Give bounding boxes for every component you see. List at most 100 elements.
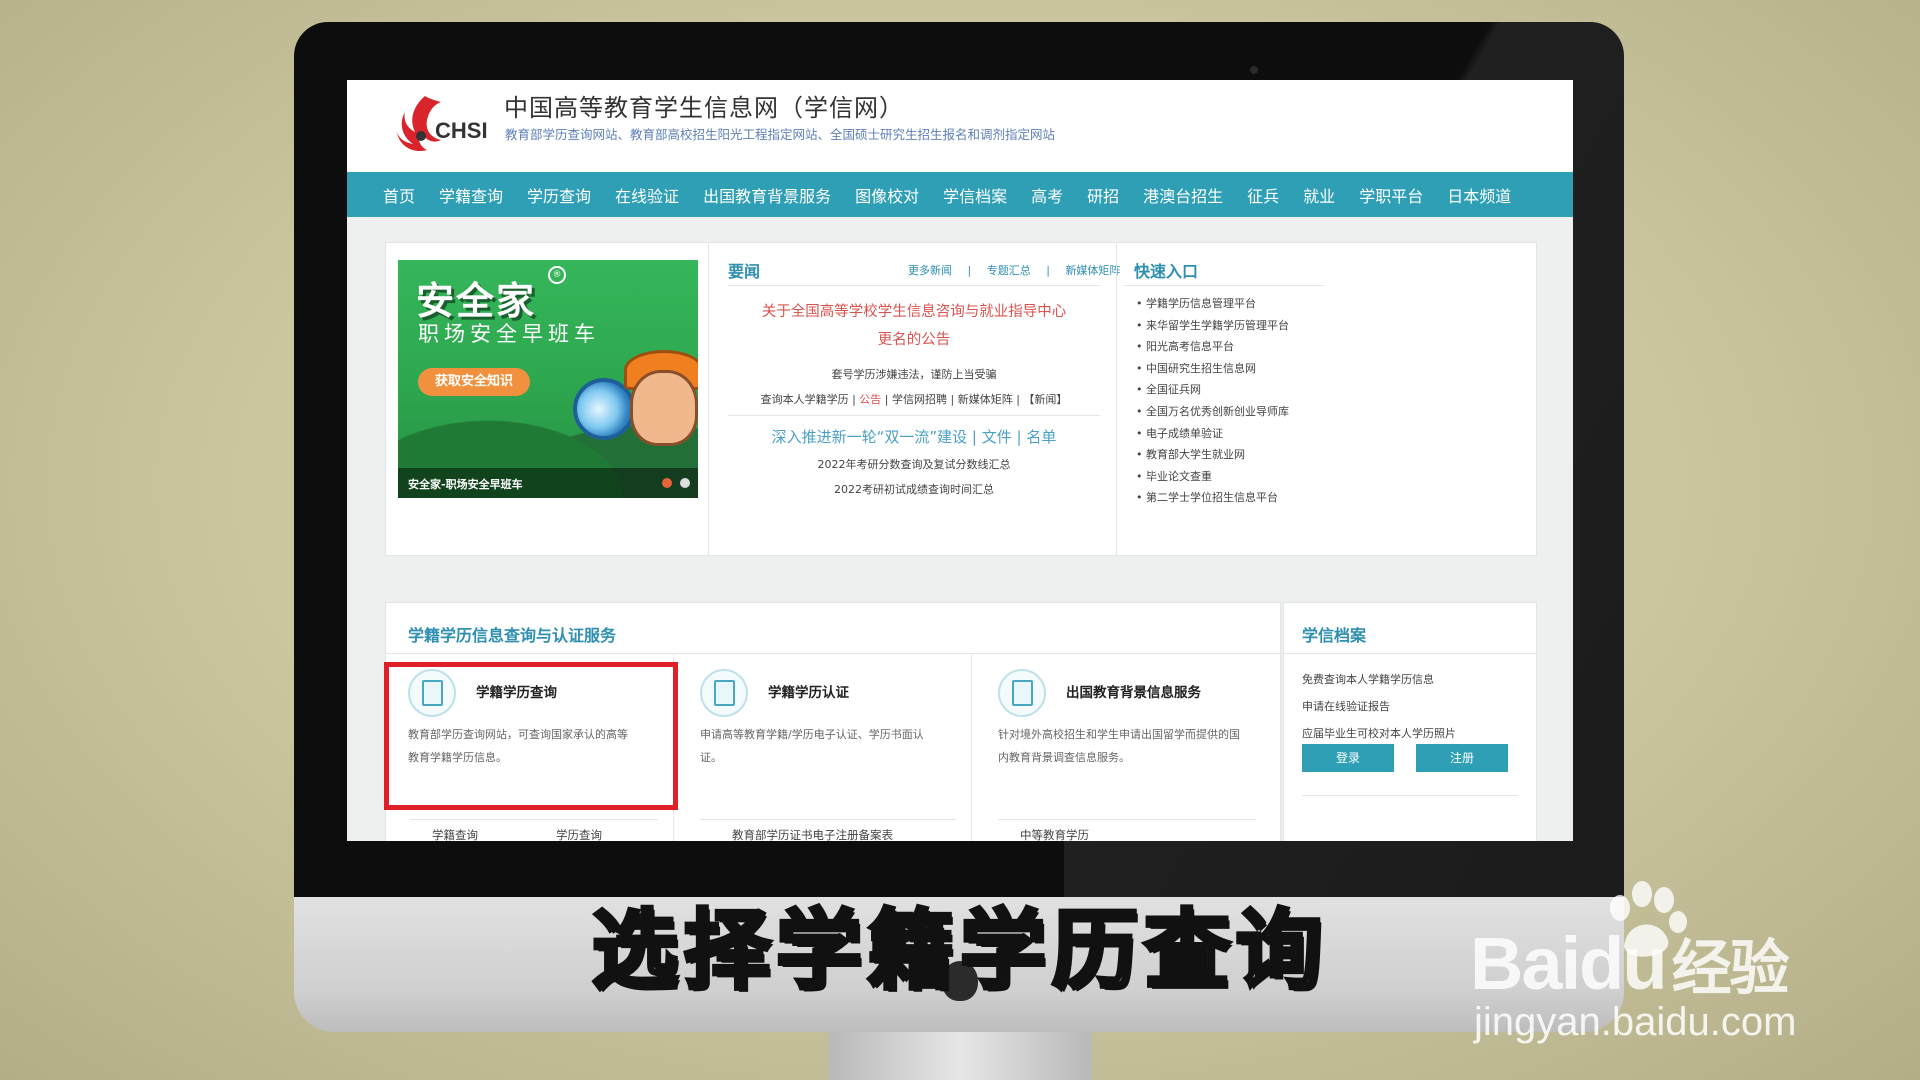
banner-caption: 安全家-职场安全早班车 [408, 478, 523, 491]
quick-entry-item[interactable]: • 中国研究生招生信息网 [1136, 358, 1289, 380]
watermark-jingyan: 经验 [1671, 935, 1790, 1002]
services-divider [386, 653, 1280, 654]
quick-entry-list: • 学籍学历信息管理平台 • 来华留学生学籍学历管理平台 • 阳光高考信息平台 … [1136, 293, 1289, 509]
site-header: CHSI 中国高等教育学生信息网（学信网） 教育部学历查询网站、教育部高校招生阳… [347, 80, 1573, 172]
quick-entry-item[interactable]: • 教育部大学生就业网 [1136, 444, 1289, 466]
more-news-link[interactable]: 更多新闻 [908, 264, 952, 277]
cert-register-link[interactable]: 教育部学历证书电子注册备案表 [732, 827, 893, 841]
quick-entry-item[interactable]: • 阳光高考信息平台 [1136, 336, 1289, 358]
camera-icon [1250, 66, 1258, 74]
self-query-link[interactable]: 查询本人学籍学历 | [761, 393, 856, 406]
row-divider [700, 819, 956, 820]
nav-item-xueli[interactable]: 学历查询 [527, 183, 591, 207]
news-headline-line2[interactable]: 更名的公告 [704, 326, 1124, 354]
watermark-brand: Baidu 经验 [1470, 920, 1790, 1007]
logo-text[interactable]: CHSI [435, 118, 488, 144]
misc-links[interactable]: | 学信网招聘 | 新媒体矩阵 | 【新闻】 [885, 393, 1068, 406]
service-title[interactable]: 出国教育背景信息服务 [1066, 681, 1201, 701]
service-desc: 针对境外高校招生和学生申请出国留学而提供的国内教育背景调查信息服务。 [998, 728, 1240, 764]
login-button[interactable]: 登录 [1302, 744, 1394, 772]
highlight-box [384, 662, 678, 810]
archive-line: 申请在线验证报告 [1302, 700, 1390, 713]
promo-banner[interactable]: 安全家 ® 职场安全早班车 获取安全知识 安全家-职场安全早班车 [398, 260, 698, 498]
news-headline[interactable]: 关于全国高等学校学生信息咨询与就业指导中心 更名的公告 [704, 298, 1124, 354]
news-divider [728, 285, 1100, 286]
news-heading: 要闻 [728, 262, 761, 281]
quick-divider [1124, 285, 1324, 286]
row-divider [998, 819, 1256, 820]
nav-item-jiuye[interactable]: 就业 [1303, 183, 1335, 207]
register-button[interactable]: 注册 [1416, 744, 1508, 772]
news-divider [728, 415, 1100, 416]
watermark-bai: Bai [1470, 922, 1581, 1005]
secondary-edu-link[interactable]: 中等教育学历 [1020, 827, 1089, 841]
banner-cta-button[interactable]: 获取安全知识 [418, 368, 530, 396]
announcement-link[interactable]: 公告 [859, 393, 881, 406]
archive-line: 应届毕业生可校对本人学历照片 [1302, 727, 1456, 740]
top-panel: 安全家 ® 职场安全早班车 获取安全知识 安全家-职场安全早班车 要闻 更多新闻… [385, 242, 1537, 556]
quick-entry-item[interactable]: • 电子成绩单验证 [1136, 423, 1289, 445]
xueji-query-link[interactable]: 学籍查询 [432, 827, 478, 841]
registered-icon: ® [548, 266, 566, 284]
banner-subtitle: 职场安全早班车 [418, 322, 600, 346]
watermark-url: jingyan.baidu.com [1474, 1000, 1797, 1044]
service-title[interactable]: 学籍学历认证 [768, 681, 849, 701]
quick-entry-item[interactable]: • 来华留学生学籍学历管理平台 [1136, 315, 1289, 337]
watermark-du: du [1579, 922, 1667, 1005]
nav-item-zhengbing[interactable]: 征兵 [1247, 183, 1279, 207]
nav-item-japan[interactable]: 日本频道 [1447, 183, 1511, 207]
xueli-query-link[interactable]: 学历查询 [556, 827, 602, 841]
document-icon [1012, 680, 1033, 706]
column-divider [971, 654, 972, 841]
news-chengji[interactable]: 2022考研初试成绩查询时间汇总 [704, 481, 1124, 497]
certificate-icon [700, 669, 748, 717]
quick-entry-item[interactable]: • 全国万名优秀创新创业导师库 [1136, 401, 1289, 423]
new-media-link[interactable]: 新媒体矩阵 [1065, 264, 1120, 277]
archive-divider [1284, 653, 1536, 654]
quick-entry-item[interactable]: • 毕业论文查重 [1136, 466, 1289, 488]
archive-divider [1302, 795, 1518, 796]
service-desc: 申请高等教育学籍/学历电子认证、学历书面认证。 [700, 728, 924, 764]
document-icon [714, 680, 735, 706]
column-divider [1116, 243, 1117, 555]
row-divider [410, 819, 658, 820]
quick-entry-item[interactable]: • 全国征兵网 [1136, 379, 1289, 401]
carousel-dot[interactable] [680, 478, 690, 488]
carousel-dot-active[interactable] [662, 478, 672, 488]
nav-item-archive[interactable]: 学信档案 [943, 183, 1007, 207]
news-feature[interactable]: 深入推进新一轮“双一流”建设 | 文件 | 名单 [704, 426, 1124, 447]
nav-item-xuezhi[interactable]: 学职平台 [1359, 183, 1423, 207]
quick-entry-heading: 快速入口 [1134, 262, 1199, 281]
nav-item-home[interactable]: 首页 [383, 183, 415, 207]
site-title: 中国高等教育学生信息网（学信网） [504, 94, 904, 122]
news-warning[interactable]: 套号学历涉嫌违法，谨防上当受骗 [704, 366, 1124, 382]
nav-item-yanzhao[interactable]: 研招 [1087, 183, 1119, 207]
news-links: 更多新闻 | 专题汇总 | 新媒体矩阵 [902, 262, 1126, 278]
site-subtitle: 教育部学历查询网站、教育部高校招生阳光工程指定网站、全国硕士研究生招生报名和调剂… [505, 127, 1056, 142]
news-kaoyan[interactable]: 2022年考研分数查询及复试分数线汇总 [704, 456, 1124, 472]
banner-title: 安全家 [416, 279, 537, 323]
nav-item-image-check[interactable]: 图像校对 [855, 183, 919, 207]
monitor-stand [828, 1032, 1092, 1080]
nav-item-xueji[interactable]: 学籍查询 [439, 183, 503, 207]
quick-entry-item[interactable]: • 第二学士学位招生信息平台 [1136, 487, 1289, 509]
services-heading: 学籍学历信息查询与认证服务 [408, 626, 617, 645]
browser-screen: CHSI 中国高等教育学生信息网（学信网） 教育部学历查询网站、教育部高校招生阳… [347, 80, 1573, 841]
news-quick-links: 查询本人学籍学历 | 公告 | 学信网招聘 | 新媒体矩阵 | 【新闻】 [704, 391, 1124, 407]
main-navbar: 首页 学籍查询 学历查询 在线验证 出国教育背景服务 图像校对 学信档案 高考 … [347, 172, 1573, 217]
link-separator: | [967, 264, 972, 277]
quick-entry-item[interactable]: • 学籍学历信息管理平台 [1136, 293, 1289, 315]
archive-line: 免费查询本人学籍学历信息 [1302, 673, 1434, 686]
report-icon [998, 669, 1046, 717]
banner-caption-bar: 安全家-职场安全早班车 [398, 468, 698, 498]
nav-item-gat[interactable]: 港澳台招生 [1143, 183, 1223, 207]
nav-item-abroad[interactable]: 出国教育背景服务 [703, 183, 831, 207]
character-face-icon [630, 370, 698, 446]
news-headline-line1[interactable]: 关于全国高等学校学生信息咨询与就业指导中心 [704, 298, 1124, 326]
link-separator: | [1046, 264, 1050, 277]
nav-item-verify[interactable]: 在线验证 [615, 183, 679, 207]
services-panel: 学籍学历信息查询与认证服务 学籍学历查询 教育部学历查询网站，可查询国家承认的高… [384, 602, 1281, 841]
archive-panel: 学信档案 免费查询本人学籍学历信息 申请在线验证报告 应届毕业生可校对本人学历照… [1283, 602, 1537, 841]
topics-link[interactable]: 专题汇总 [987, 264, 1031, 277]
nav-item-gaokao[interactable]: 高考 [1031, 183, 1063, 207]
